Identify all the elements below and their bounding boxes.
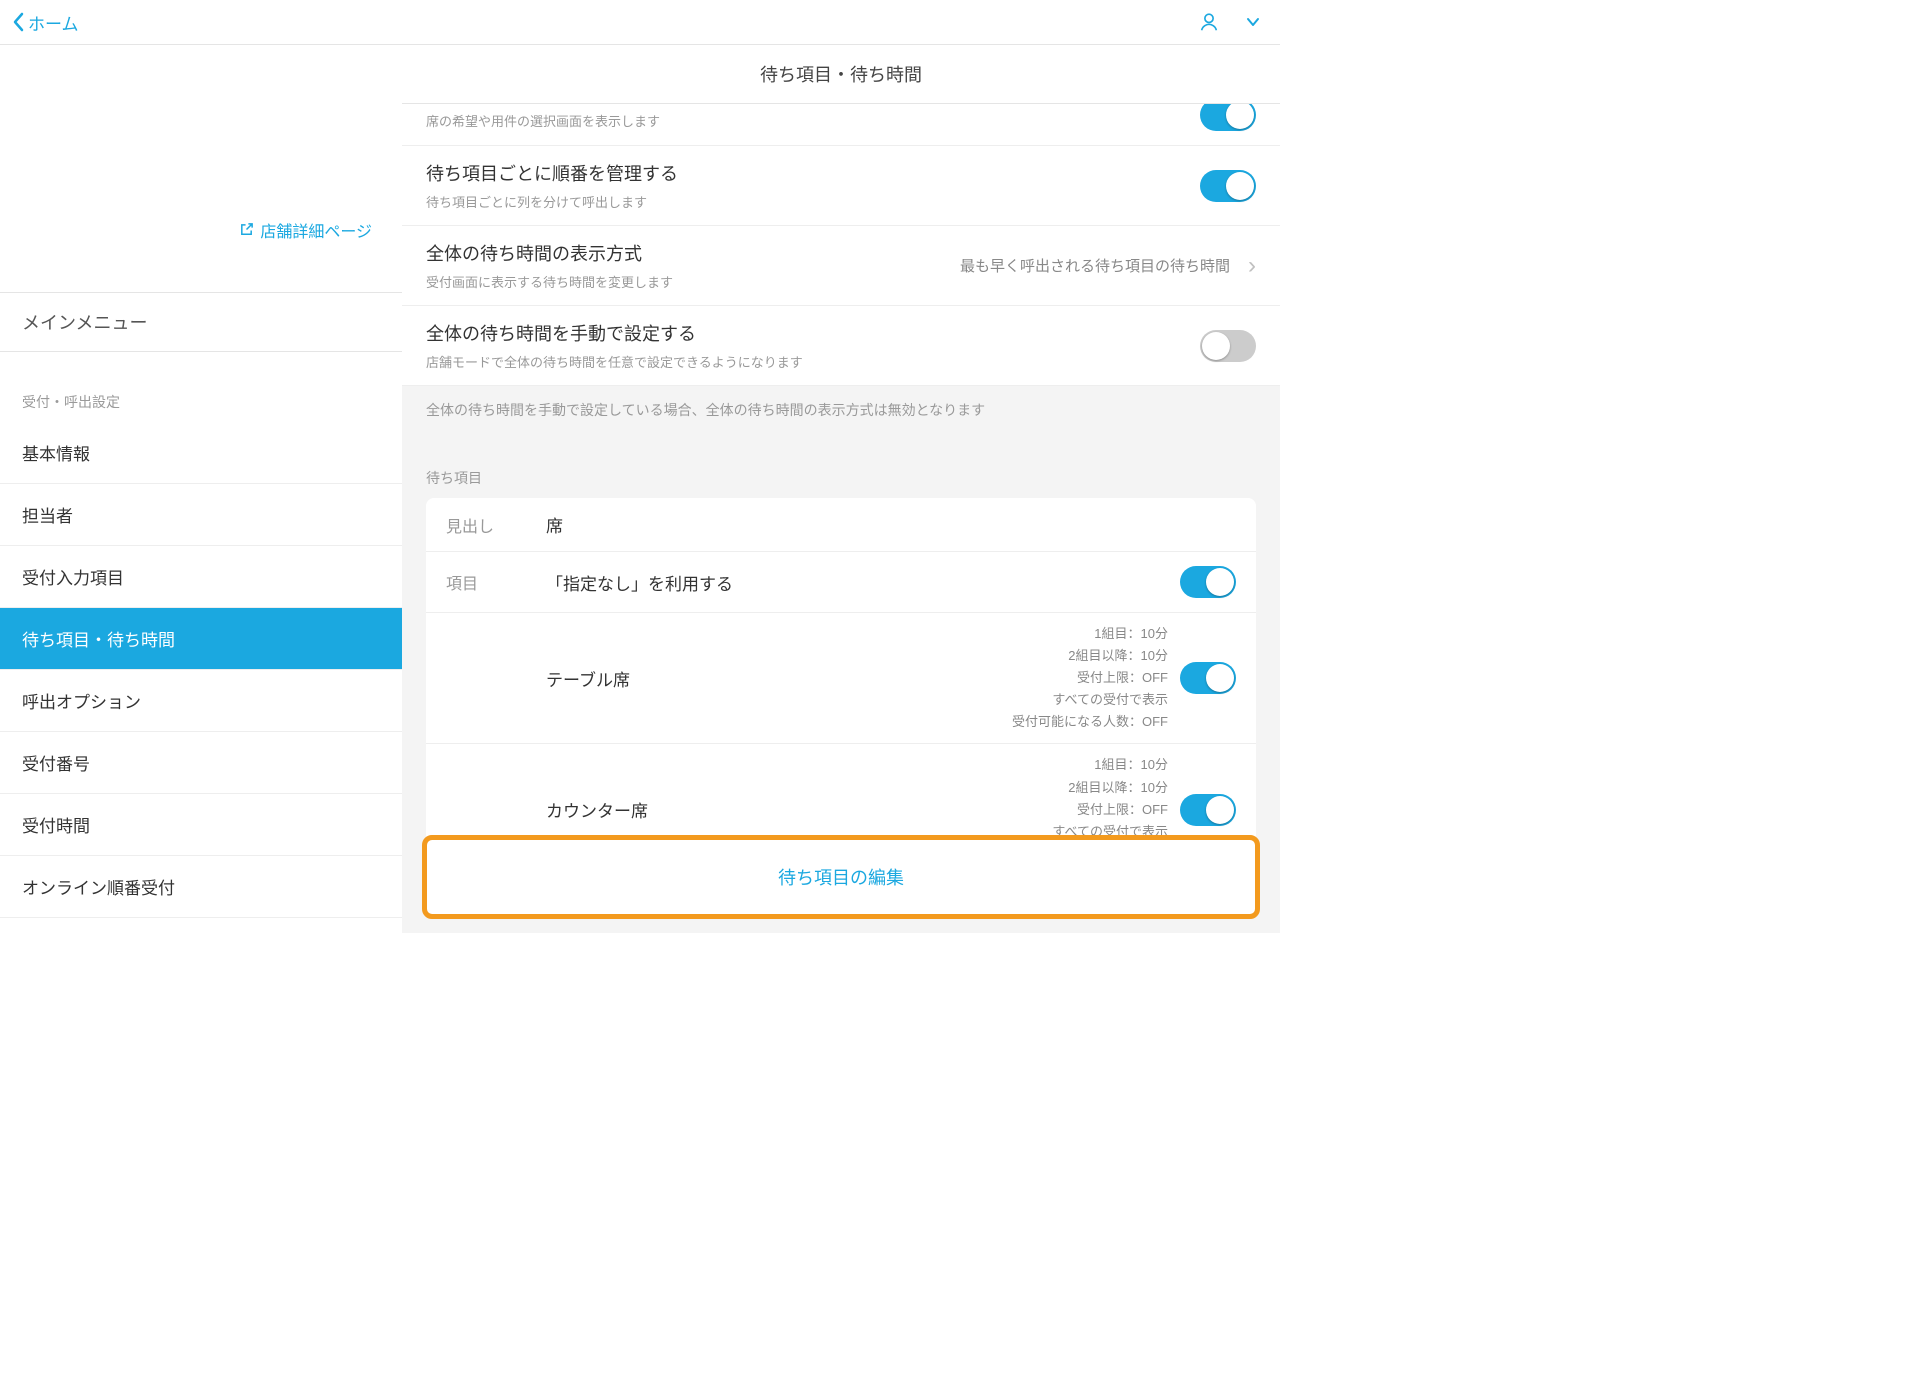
setting-title: 全体の待ち時間の表示方式 (426, 240, 673, 266)
setting-display-method[interactable]: 全体の待ち時間の表示方式 受付画面に表示する待ち時間を変更します 最も早く呼出さ… (402, 226, 1280, 306)
chevron-left-icon (12, 12, 24, 32)
toggle-manual-wait-time[interactable] (1200, 330, 1256, 362)
toggle-seat-counter[interactable] (1180, 794, 1236, 826)
setting-desc: 受付画面に表示する待ち時間を変更します (426, 272, 673, 291)
chevron-right-icon: › (1248, 252, 1256, 280)
sidebar-section-label: 受付・呼出設定 (0, 352, 402, 422)
sidebar-item-basic[interactable]: 基本情報 (0, 422, 402, 484)
sidebar-item-input[interactable]: 受付入力項目 (0, 546, 402, 608)
sidebar-item-wait[interactable]: 待ち項目・待ち時間 (0, 608, 402, 670)
external-link-icon (239, 222, 254, 242)
setting-note: 全体の待ち時間を手動で設定している場合、全体の待ち時間の表示方式は無効となります (402, 386, 1280, 434)
edit-wait-items-label: 待ち項目の編集 (778, 864, 904, 890)
store-detail-label: 店舗詳細ページ (260, 218, 372, 242)
toggle-use-none[interactable] (1180, 566, 1236, 598)
seat-name: カウンター席 (546, 797, 1018, 822)
back-label: ホーム (28, 10, 79, 35)
app-header: ホーム (0, 0, 1280, 45)
sidebar-item-staff[interactable]: 担当者 (0, 484, 402, 546)
toggle-prev[interactable] (1200, 104, 1256, 131)
user-icon[interactable] (1198, 11, 1220, 33)
toggle-seat-table[interactable] (1180, 662, 1236, 694)
chevron-down-icon[interactable] (1246, 15, 1260, 29)
heading-label: 見出し (446, 513, 546, 537)
setting-desc: 待ち項目ごとに列を分けて呼出します (426, 192, 678, 211)
content-title: 待ち項目・待ち時間 (402, 45, 1280, 104)
sidebar: 店舗詳細ページ メインメニュー 受付・呼出設定 基本情報 担当者 受付入力項目 … (0, 45, 402, 933)
setting-value: 最も早く呼出される待ち項目の待ち時間 (960, 255, 1230, 276)
setting-manual-wait-time: 全体の待ち時間を手動で設定する 店舗モードで全体の待ち時間を任意で設定できるよう… (402, 306, 1280, 386)
toggle-manage-per-item[interactable] (1200, 170, 1256, 202)
store-detail-link[interactable]: 店舗詳細ページ (0, 45, 402, 293)
sidebar-item-reception-time[interactable]: 受付時間 (0, 794, 402, 856)
seat-table: テーブル席 1組目：10分 2組目以降：10分 受付上限：OFF すべての受付で… (426, 613, 1256, 744)
setting-title: 全体の待ち時間を手動で設定する (426, 320, 803, 346)
content-area: 待ち項目・待ち時間 席の希望や用件の選択画面を表示します 待ち項目ごとに順番を管… (402, 45, 1280, 933)
sidebar-item-online[interactable]: オンライン順番受付 (0, 856, 402, 918)
setting-desc: 店舗モードで全体の待ち時間を任意で設定できるようになります (426, 352, 803, 371)
main-menu-label: メインメニュー (0, 293, 402, 352)
back-button[interactable]: ホーム (12, 10, 79, 35)
seat-name: テーブル席 (546, 666, 1012, 691)
setting-title: 待ち項目ごとに順番を管理する (426, 160, 678, 186)
setting-manage-per-item: 待ち項目ごとに順番を管理する 待ち項目ごとに列を分けて呼出します (402, 146, 1280, 226)
items-label: 項目 (446, 570, 546, 594)
sidebar-item-call-option[interactable]: 呼出オプション (0, 670, 402, 732)
wait-items-heading: 待ち項目 (402, 434, 1280, 498)
seat-details: 1組目：10分 2組目以降：10分 受付上限：OFF すべての受付で表示 受付可… (1012, 623, 1168, 733)
heading-value: 席 (546, 512, 1236, 537)
use-none-label: 「指定なし」を利用する (546, 570, 1180, 595)
edit-wait-items-button[interactable]: 待ち項目の編集 (422, 835, 1260, 919)
setting-prev-desc: 席の希望や用件の選択画面を表示します (426, 111, 660, 130)
sidebar-item-restaurant-board[interactable]: レストランボード連携 (0, 918, 402, 933)
sidebar-item-reception-number[interactable]: 受付番号 (0, 732, 402, 794)
wait-items-card: 見出し 席 項目 「指定なし」を利用する テーブル席 1組目：10分 2組目以降… (426, 498, 1256, 876)
